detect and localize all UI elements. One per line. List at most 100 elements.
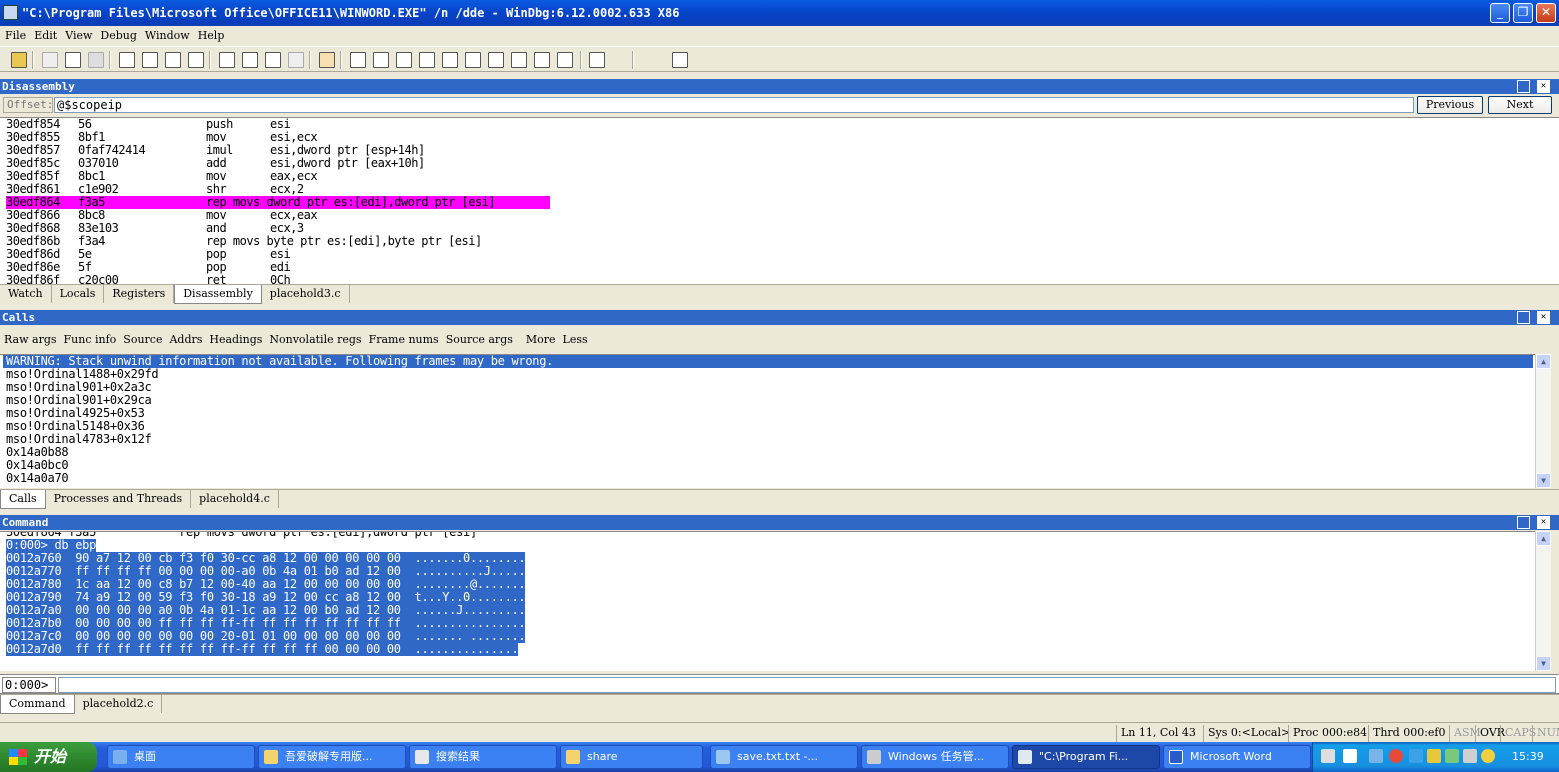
task-task-manager[interactable]: Windows 任务管... bbox=[861, 745, 1009, 769]
disassembly-pane-close-icon[interactable]: ✕ bbox=[1537, 80, 1550, 93]
disassembly-line[interactable]: 30edf864 f3a5 rep movs dword ptr es:[edi],… bbox=[0, 196, 1559, 209]
disassembly-line[interactable]: 30edf85f 8bc1 mov eax,ecx bbox=[0, 170, 1559, 183]
restart-icon[interactable] bbox=[142, 52, 158, 68]
disassembly-line[interactable]: 30edf854 56 push esi bbox=[0, 118, 1559, 131]
break-icon[interactable] bbox=[188, 52, 204, 68]
disassembly-listing[interactable]: 30edf854 56 push esi 30edf855 8bf1 mov esi,ecx 3… bbox=[0, 117, 1559, 284]
tab-disassembly[interactable]: Disassembly bbox=[174, 285, 262, 304]
minimize-button[interactable]: _ bbox=[1490, 3, 1510, 23]
less-option[interactable]: Less bbox=[563, 333, 588, 346]
tab-locals[interactable]: Locals bbox=[52, 285, 105, 303]
disassembly-line[interactable]: 30edf86b f3a4 rep movs byte ptr es:[edi],b… bbox=[0, 235, 1559, 248]
paste-icon[interactable] bbox=[88, 52, 104, 68]
nonvolatile-regs-option[interactable]: Nonvolatile regs bbox=[269, 333, 361, 346]
copy-icon[interactable] bbox=[65, 52, 81, 68]
locals-window-icon[interactable] bbox=[396, 52, 412, 68]
command-scrollbar[interactable]: ▲ ▼ bbox=[1535, 531, 1551, 671]
tab-placehold2[interactable]: placehold2.c bbox=[75, 695, 163, 713]
hex-display-icon[interactable] bbox=[609, 52, 625, 68]
task-search-results[interactable]: 搜索结果 bbox=[409, 745, 557, 769]
func-info-option[interactable]: Func info bbox=[64, 333, 117, 346]
stack-frame-line[interactable]: mso!Ordinal4925+0x53 bbox=[0, 407, 1535, 420]
menu-view[interactable]: View bbox=[60, 26, 95, 46]
disassembly-line[interactable]: 30edf866 8bc8 mov ecx,eax bbox=[0, 209, 1559, 222]
security-shield-icon[interactable] bbox=[1481, 749, 1495, 763]
disassembly-line[interactable]: 30edf86e 5f pop edi bbox=[0, 261, 1559, 274]
disassembly-window-icon[interactable] bbox=[488, 52, 504, 68]
calls-pane-dock-icon[interactable] bbox=[1517, 311, 1530, 324]
headings-option[interactable]: Headings bbox=[209, 333, 262, 346]
run-to-cursor-icon[interactable] bbox=[288, 52, 304, 68]
tab-placehold3[interactable]: placehold3.c bbox=[262, 285, 350, 303]
menu-help[interactable]: Help bbox=[193, 26, 228, 46]
source-option[interactable]: Source bbox=[123, 333, 162, 346]
go-icon[interactable] bbox=[119, 52, 135, 68]
command-pane-close-icon[interactable]: ✕ bbox=[1537, 516, 1550, 529]
frame-nums-option[interactable]: Frame nums bbox=[369, 333, 439, 346]
menu-edit[interactable]: Edit bbox=[29, 26, 60, 46]
calls-pane-close-icon[interactable]: ✕ bbox=[1537, 311, 1550, 324]
cut-icon[interactable] bbox=[42, 52, 58, 68]
task-windbg[interactable]: "C:\Program Fi... bbox=[1012, 745, 1160, 769]
call-stack-window-icon[interactable] bbox=[465, 52, 481, 68]
disassembly-line[interactable]: 30edf85c 037010 add esi,dword ptr [eax+10h] bbox=[0, 157, 1559, 170]
scroll-up-arrow-icon[interactable]: ▲ bbox=[1536, 531, 1551, 546]
step-out-icon[interactable] bbox=[265, 52, 281, 68]
disassembly-line[interactable]: 30edf86d 5e pop esi bbox=[0, 248, 1559, 261]
next-button[interactable]: Next bbox=[1488, 96, 1552, 114]
call-stack-list[interactable]: WARNING: Stack unwind information not av… bbox=[0, 354, 1535, 488]
addrs-option[interactable]: Addrs bbox=[169, 333, 202, 346]
breakpoint-hand-icon[interactable] bbox=[319, 52, 335, 68]
tab-calls[interactable]: Calls bbox=[0, 490, 46, 509]
source-mode-toggle-icon[interactable] bbox=[589, 52, 605, 68]
stack-frame-line[interactable]: mso!Ordinal901+0x29ca bbox=[0, 394, 1535, 407]
raw-args-option[interactable]: Raw args bbox=[4, 333, 57, 346]
tab-watch[interactable]: Watch bbox=[0, 285, 52, 303]
scroll-down-arrow-icon[interactable]: ▼ bbox=[1536, 656, 1551, 671]
processes-threads-icon[interactable] bbox=[534, 52, 550, 68]
step-over-icon[interactable] bbox=[242, 52, 258, 68]
windbg-app-icon[interactable] bbox=[3, 5, 18, 20]
source-mode-icon[interactable] bbox=[557, 52, 573, 68]
keyboard-icon[interactable] bbox=[1321, 749, 1335, 763]
open-icon[interactable] bbox=[11, 52, 27, 68]
antivirus-icon[interactable] bbox=[1389, 749, 1403, 763]
stack-frame-line[interactable]: mso!Ordinal5148+0x36 bbox=[0, 420, 1535, 433]
tab-command[interactable]: Command bbox=[0, 695, 75, 714]
memory-window-icon[interactable] bbox=[442, 52, 458, 68]
options-icon[interactable] bbox=[672, 52, 688, 68]
watch-window-icon[interactable] bbox=[373, 52, 389, 68]
scroll-up-arrow-icon[interactable]: ▲ bbox=[1536, 354, 1551, 369]
tab-placehold4[interactable]: placehold4.c bbox=[191, 490, 279, 508]
command-window-icon[interactable] bbox=[350, 52, 366, 68]
menu-window[interactable]: Window bbox=[140, 26, 193, 46]
close-button[interactable]: ✕ bbox=[1536, 3, 1556, 23]
volume-icon[interactable] bbox=[1463, 749, 1477, 763]
stop-debugging-icon[interactable] bbox=[165, 52, 181, 68]
task-microsoft-word[interactable]: Microsoft Word bbox=[1163, 745, 1311, 769]
stack-frame-line[interactable]: 0x14a0a70 bbox=[0, 472, 1535, 485]
menu-file[interactable]: File bbox=[0, 26, 29, 46]
registers-window-icon[interactable] bbox=[419, 52, 435, 68]
command-output[interactable]: 30edf864 f3a5 rep movs dword ptr es:[edi… bbox=[0, 531, 1535, 671]
scroll-down-arrow-icon[interactable]: ▼ bbox=[1536, 473, 1551, 488]
stack-frame-line[interactable]: 0x14a0bc0 bbox=[0, 459, 1535, 472]
menu-debug[interactable]: Debug bbox=[95, 26, 140, 46]
stack-frame-line[interactable]: mso!Ordinal901+0x2a3c bbox=[0, 381, 1535, 394]
restore-button[interactable]: ❐ bbox=[1513, 3, 1533, 23]
tab-processes-threads[interactable]: Processes and Threads bbox=[46, 490, 192, 508]
stack-frame-line[interactable]: mso!Ordinal4783+0x12f bbox=[0, 433, 1535, 446]
source-args-option[interactable]: Source args bbox=[446, 333, 513, 346]
font-icon[interactable] bbox=[641, 52, 657, 68]
disassembly-pane-dock-icon[interactable] bbox=[1517, 80, 1530, 93]
network-connection-icon[interactable] bbox=[1409, 749, 1423, 763]
task-desktop[interactable]: 桌面 bbox=[107, 745, 255, 769]
step-into-icon[interactable] bbox=[219, 52, 235, 68]
previous-button[interactable]: Previous bbox=[1417, 96, 1483, 114]
scratch-pad-icon[interactable] bbox=[511, 52, 527, 68]
disassembly-line[interactable]: 30edf857 0faf742414 imul esi,dword ptr [esp… bbox=[0, 144, 1559, 157]
disassembly-line[interactable]: 30edf86f c20c00 ret 0Ch bbox=[0, 274, 1559, 285]
stack-frame-line[interactable]: 0x14a0b88 bbox=[0, 446, 1535, 459]
disassembly-line[interactable]: 30edf855 8bf1 mov esi,ecx bbox=[0, 131, 1559, 144]
stack-warning-line[interactable]: WARNING: Stack unwind information not av… bbox=[3, 355, 1533, 368]
